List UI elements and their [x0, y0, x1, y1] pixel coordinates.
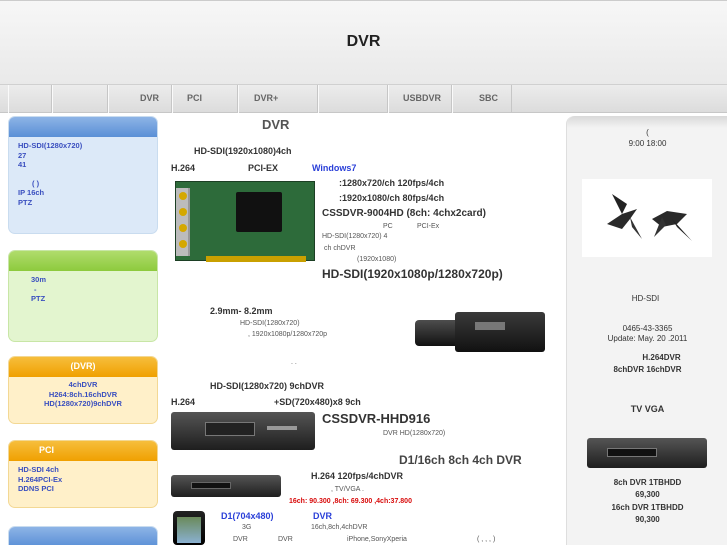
h264-dvr-link[interactable]: H.264DVR: [581, 353, 727, 362]
sidebar-box-more[interactable]: [8, 526, 158, 545]
business-hours: 9:00 18:00: [628, 139, 667, 148]
camera-image[interactable]: [415, 308, 547, 356]
nav-item-empty-3[interactable]: [318, 85, 388, 113]
site-title: DVR: [346, 33, 381, 50]
hhd-title[interactable]: HD-SDI(1280x720) 9chDVR: [210, 381, 324, 391]
d1-dvr-image[interactable]: [171, 475, 281, 497]
nav-item-dvr[interactable]: DVR: [108, 85, 172, 113]
camera-dots: . .: [291, 359, 297, 366]
card-desc-2: ch chDVR: [324, 245, 356, 252]
mobile-title[interactable]: D1(704x480): [221, 511, 274, 521]
sidebar-box-body: 4chDVR H264:8ch.16chDVR HD(1280x720)9chD…: [44, 380, 122, 408]
hhd-h264: H.264: [171, 397, 196, 407]
nav-item-usbdvr[interactable]: USBDVR: [388, 85, 452, 113]
card-spec-720: :1280x720/ch 120fps/4ch: [339, 178, 445, 188]
card-desc-1: HD-SDI(1280x720) 4: [322, 233, 388, 240]
sidebar-box-head: [9, 251, 157, 271]
card-headline[interactable]: HD-SDI(1920x1080p/1280x720p): [322, 267, 503, 281]
site-header: DVR: [0, 0, 727, 85]
card-spec-1080: :1920x1080/ch 80fps/4ch: [339, 193, 445, 203]
mobile-3g: 3G: [242, 524, 252, 531]
main-nav: DVR PCI DVR+ USBDVR SBC: [0, 85, 727, 113]
d1-tv: , TV/VGA .: [331, 486, 364, 493]
card-pciex: PCI-Ex: [417, 223, 440, 230]
section-heading: DVR: [262, 117, 290, 132]
sidebar-box-body: 30m - PTZ: [31, 275, 47, 303]
hhd-foot: DVR HD(1280x720): [383, 430, 446, 437]
nav-item-empty-2[interactable]: [52, 85, 108, 113]
hhd-dvr-image[interactable]: [171, 412, 315, 450]
d1-spec: H.264 120fps/4chDVR: [311, 471, 404, 481]
mobile-ch: 16ch,8ch,4chDVR: [311, 524, 368, 531]
camera-lens[interactable]: 2.9mm- 8.2mm: [210, 306, 273, 316]
nav-item-empty-1[interactable]: [8, 85, 52, 113]
product-1-price: 69,300: [635, 490, 660, 499]
sidebar-box-body: HD-SDI 4ch H.264PCI-Ex DDNS PCI: [18, 465, 63, 493]
mobile-line-1: DVR: [233, 536, 248, 543]
mobile-dvr: DVR: [313, 511, 333, 521]
channel-links[interactable]: 8chDVR 16chDVR: [567, 365, 727, 374]
card-desc-3: (1920x1080): [357, 256, 397, 263]
card-model[interactable]: CSSDVR-9004HD (8ch: 4chx2card): [322, 208, 486, 219]
d1-price: 16ch: 90.300 ,8ch: 69.300 ,4ch:37.800: [289, 498, 412, 505]
sidebar-box-head: [9, 527, 157, 545]
sidebar-box-head: PCI: [9, 441, 157, 461]
main-content: DVR HD-SDI(1920x1080)4ch H.264 PCI-EX Wi…: [165, 113, 560, 545]
update-date: Update: May. 20 .2011: [607, 334, 688, 343]
card-pci: PCI-EX: [248, 163, 279, 173]
hhd-model[interactable]: CSSDVR-HHD916: [322, 411, 430, 426]
card-os: Windows7: [312, 163, 357, 173]
product-2-price: 90,300: [635, 515, 660, 524]
hhd-sd: +SD(720x480)x8 9ch: [274, 397, 361, 407]
right-sidebar: ( 9:00 18:00 HD-SDI 0465-43-3365 Update:…: [566, 116, 727, 545]
nav-item-sbc[interactable]: SBC: [452, 85, 512, 113]
dvr-product-image[interactable]: [587, 438, 707, 468]
pci-card-image[interactable]: [175, 181, 315, 262]
product-2-name[interactable]: 16ch DVR 1TBHDD: [567, 503, 727, 512]
sidebar-box-body: HD-SDI(1280x720) 27 41 ( ) IP 16ch PTZ: [18, 141, 83, 207]
sidebar-box-head: [9, 117, 157, 137]
card-h264: H.264: [171, 163, 196, 173]
mobile-phones: iPhone,SonyXperia: [347, 536, 407, 543]
sidebar-box-dvr[interactable]: (DVR) 4chDVR H264:8ch.16chDVR HD(1280x72…: [8, 356, 158, 424]
mobile-paren: ( , , , ): [477, 536, 496, 543]
camera-desc-1: HD-SDI(1280x720): [240, 320, 300, 327]
product-1-name[interactable]: 8ch DVR 1TBHDD: [567, 478, 727, 487]
right-hdsdi: HD-SDI: [631, 294, 660, 303]
geese-image: [582, 179, 712, 257]
nav-item-pci[interactable]: PCI: [172, 85, 238, 113]
tv-vga-link[interactable]: TV VGA: [567, 404, 727, 414]
mobile-image[interactable]: [173, 511, 205, 545]
right-sidebar-head: [567, 116, 727, 128]
mobile-line-2: DVR: [278, 536, 293, 543]
card-title[interactable]: HD-SDI(1920x1080)4ch: [194, 146, 292, 156]
card-pc: PC: [383, 223, 393, 230]
sidebar-box-pci[interactable]: PCI HD-SDI 4ch H.264PCI-Ex DDNS PCI: [8, 440, 158, 508]
camera-desc-2: , 1920x1080p/1280x720p: [248, 331, 328, 338]
contact-phone: 0465-43-3365: [622, 324, 673, 333]
sidebar-box-head: (DVR): [9, 357, 157, 377]
business-paren: (: [646, 128, 649, 137]
d1-title[interactable]: D1/16ch 8ch 4ch DVR: [399, 453, 522, 467]
nav-item-dvr-plus[interactable]: DVR+: [238, 85, 318, 113]
sidebar-box-camera[interactable]: 30m - PTZ: [8, 250, 158, 342]
sidebar-box-hd-sdi[interactable]: HD-SDI(1280x720) 27 41 ( ) IP 16ch PTZ: [8, 116, 158, 234]
